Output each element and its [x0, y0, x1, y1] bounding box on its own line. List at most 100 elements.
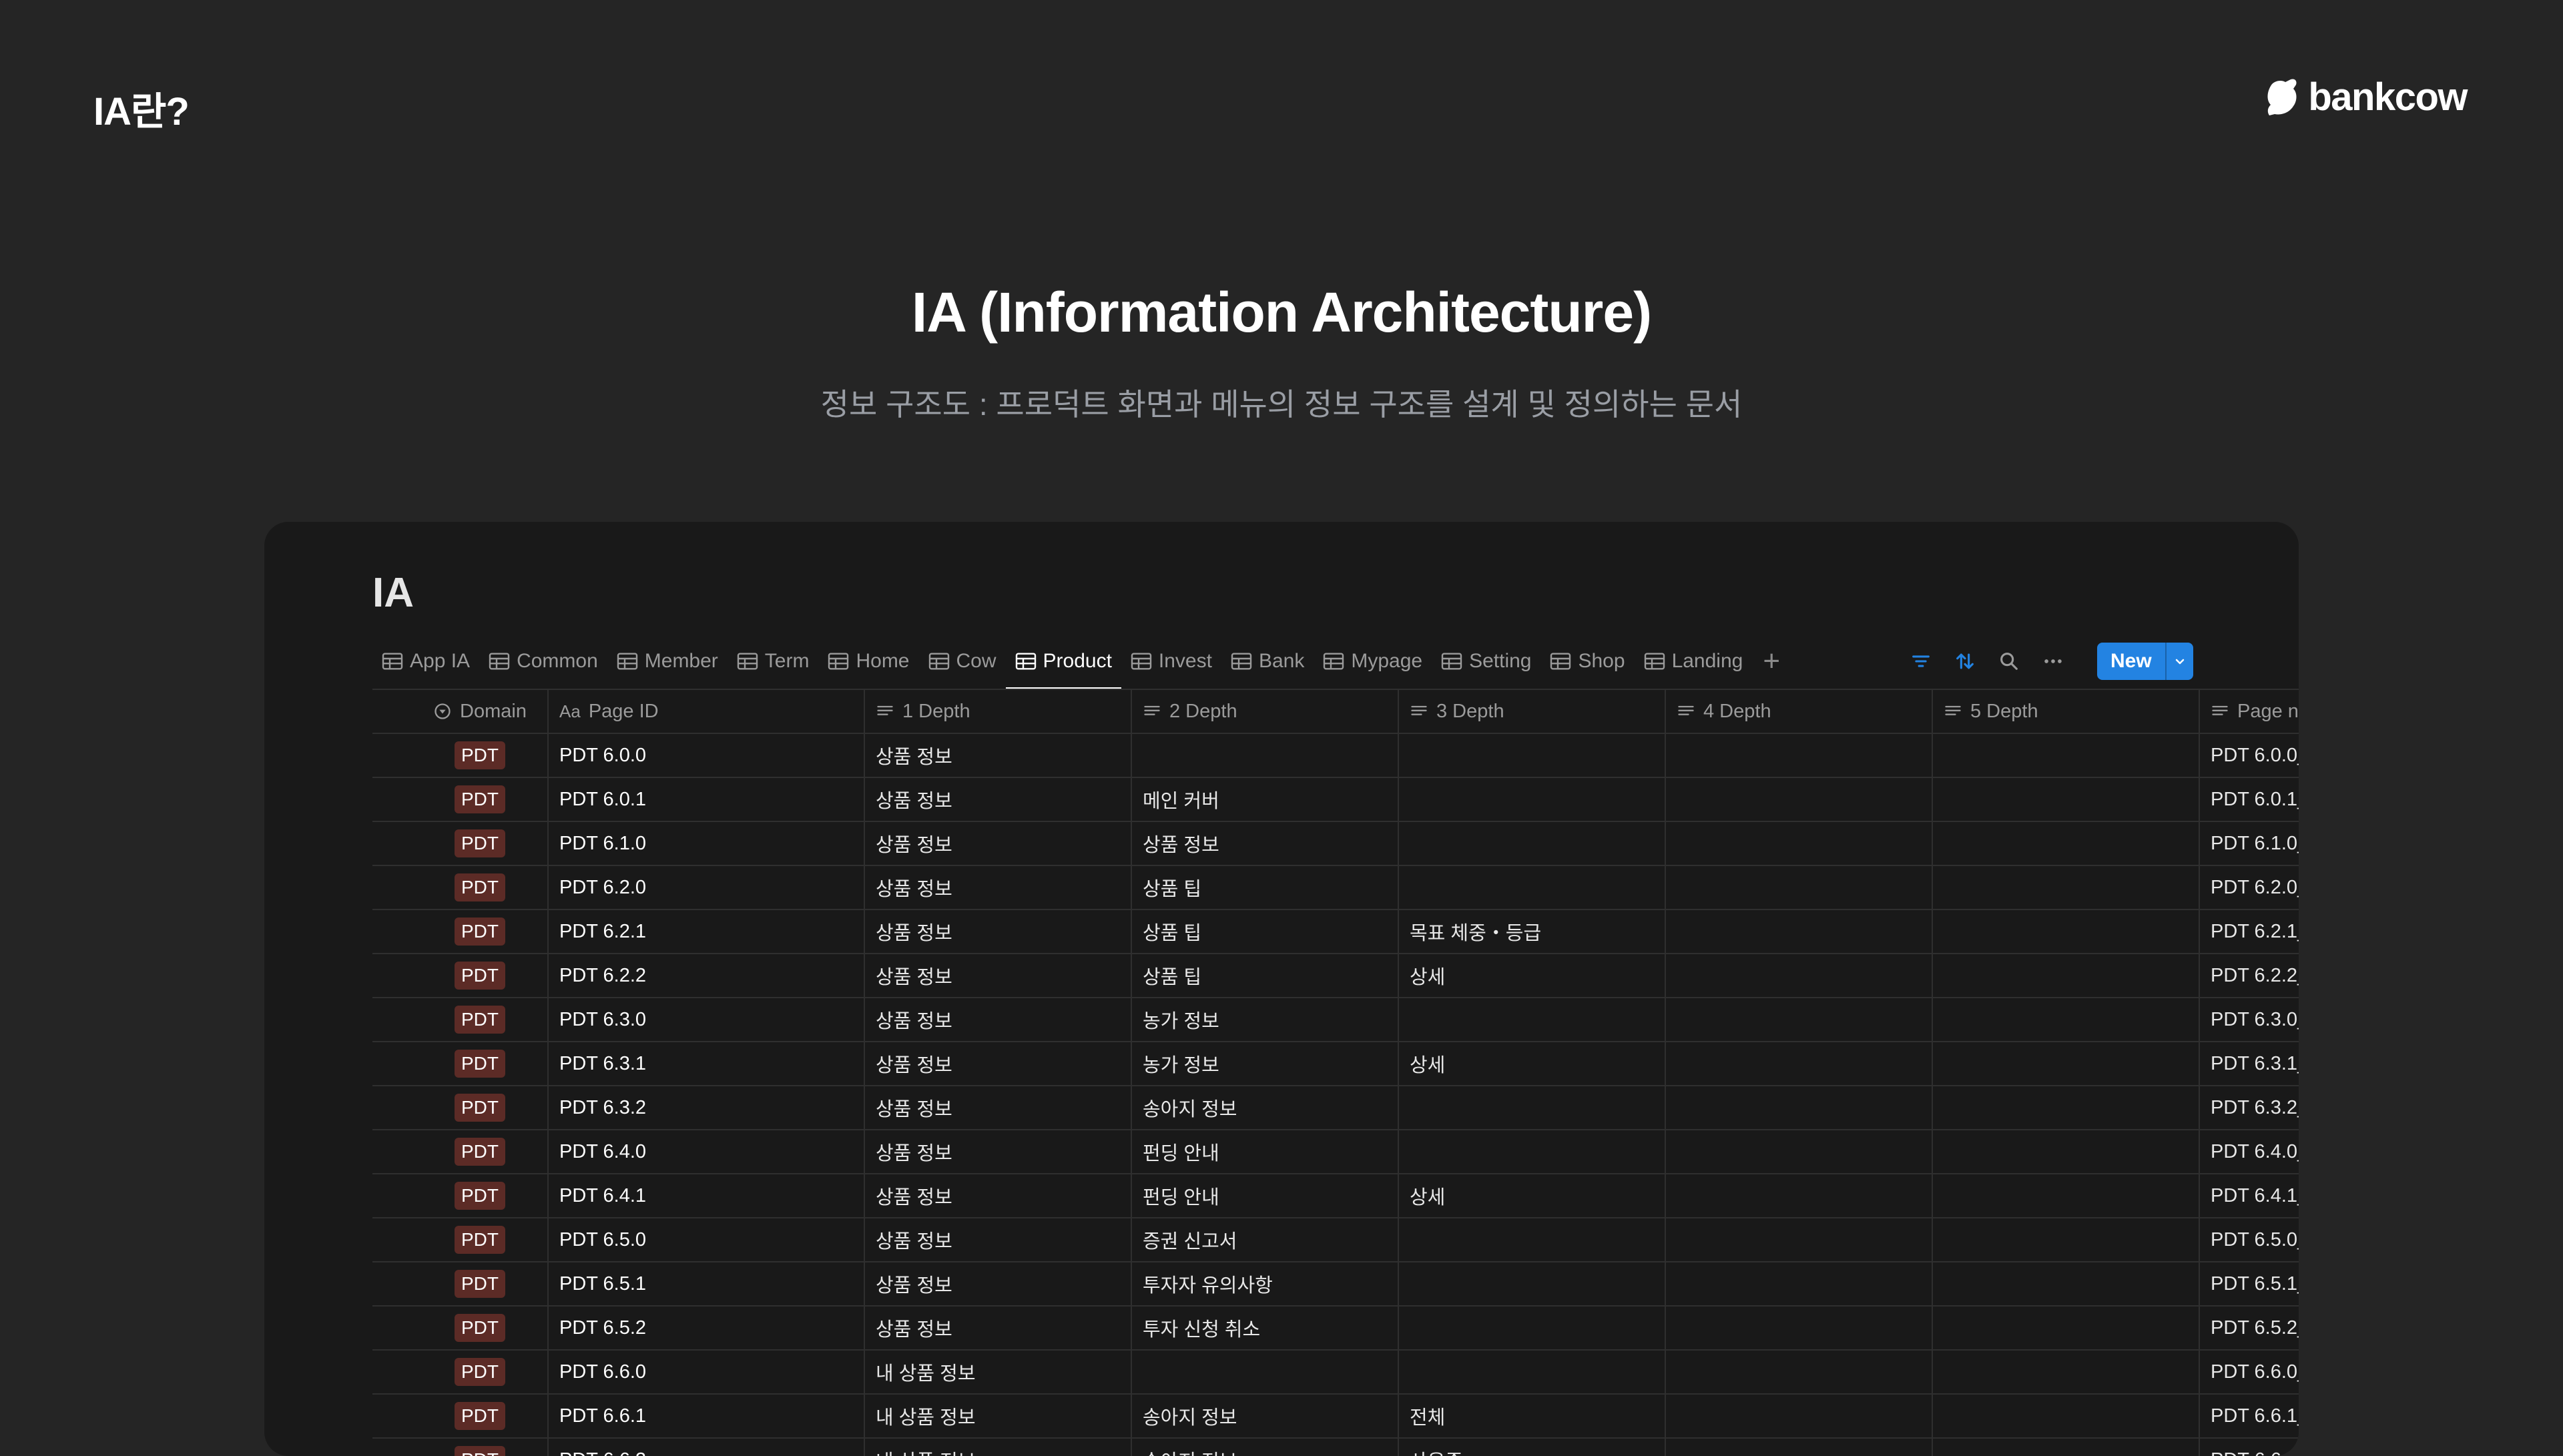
sort-icon[interactable] — [1952, 648, 1978, 675]
table-row[interactable]: PDTPDT 6.0.1상품 정보메인 커버PDT 6.0.1_ — [372, 778, 2299, 822]
tab-product[interactable]: Product — [1006, 634, 1121, 689]
table-row[interactable]: PDTPDT 6.0.0상품 정보 PDT 6.0.0_ — [372, 734, 2299, 778]
table-cell-d1[interactable]: 내 상품 정보 — [865, 1351, 1132, 1393]
table-row[interactable]: PDTPDT 6.5.1상품 정보투자자 유의사항PDT 6.5.1_ — [372, 1262, 2299, 1307]
table-cell-d4[interactable] — [1666, 998, 1933, 1041]
table-cell-id[interactable]: PDT 6.5.2 — [549, 1307, 865, 1349]
table-cell-d5[interactable] — [1933, 1262, 2200, 1305]
column-header[interactable]: Domain — [372, 690, 549, 733]
table-cell-d4[interactable] — [1666, 866, 1933, 909]
table-cell-domain[interactable]: PDT — [372, 1130, 549, 1173]
table-cell-pn[interactable]: PDT 6.1.0_ — [2200, 822, 2299, 865]
table-cell-d5[interactable] — [1933, 1307, 2200, 1349]
tab-home[interactable]: Home — [818, 634, 918, 689]
table-cell-d1[interactable]: 상품 정보 — [865, 998, 1132, 1041]
table-cell-d2[interactable]: 투자 신청 취소 — [1132, 1307, 1399, 1349]
table-cell-d5[interactable] — [1933, 1395, 2200, 1437]
table-cell-domain[interactable]: PDT — [372, 1395, 549, 1437]
tab-setting[interactable]: Setting — [1432, 634, 1540, 689]
table-cell-d4[interactable] — [1666, 1174, 1933, 1217]
table-cell-pn[interactable]: PDT 6.3.2_ — [2200, 1086, 2299, 1129]
table-cell-d2[interactable]: 증권 신고서 — [1132, 1218, 1399, 1261]
table-cell-d1[interactable]: 상품 정보 — [865, 734, 1132, 777]
column-header[interactable]: 2 Depth — [1132, 690, 1399, 733]
table-cell-d3[interactable] — [1399, 1130, 1666, 1173]
table-row[interactable]: PDTPDT 6.3.1상품 정보농가 정보상세PDT 6.3.1_ — [372, 1042, 2299, 1086]
table-cell-d5[interactable] — [1933, 822, 2200, 865]
table-cell-domain[interactable]: PDT — [372, 1218, 549, 1261]
table-cell-d5[interactable] — [1933, 1042, 2200, 1085]
column-header[interactable]: 1 Depth — [865, 690, 1132, 733]
table-cell-d1[interactable]: 상품 정보 — [865, 1262, 1132, 1305]
table-row[interactable]: PDTPDT 6.2.2상품 정보상품 팁상세PDT 6.2.2_ — [372, 954, 2299, 998]
table-cell-pn[interactable]: PDT 6.5.0_ — [2200, 1218, 2299, 1261]
table-cell-pn[interactable]: PDT 6.3.0_ — [2200, 998, 2299, 1041]
table-cell-pn[interactable]: PDT 6.0.0_ — [2200, 734, 2299, 777]
table-cell-id[interactable]: PDT 6.2.2 — [549, 954, 865, 997]
table-cell-d5[interactable] — [1933, 1086, 2200, 1129]
table-cell-d5[interactable] — [1933, 998, 2200, 1041]
table-cell-d3[interactable] — [1399, 822, 1666, 865]
table-cell-d1[interactable]: 상품 정보 — [865, 1307, 1132, 1349]
table-cell-domain[interactable]: PDT — [372, 734, 549, 777]
table-cell-id[interactable]: PDT 6.4.0 — [549, 1130, 865, 1173]
table-cell-domain[interactable]: PDT — [372, 1351, 549, 1393]
table-cell-d1[interactable]: 상품 정보 — [865, 866, 1132, 909]
table-cell-id[interactable]: PDT 6.4.1 — [549, 1174, 865, 1217]
table-cell-id[interactable]: PDT 6.2.0 — [549, 866, 865, 909]
table-cell-d5[interactable] — [1933, 954, 2200, 997]
table-row[interactable]: PDTPDT 6.3.0상품 정보농가 정보PDT 6.3.0_ — [372, 998, 2299, 1042]
table-cell-d3[interactable]: 전체 — [1399, 1395, 1666, 1437]
tab-term[interactable]: Term — [728, 634, 819, 689]
table-cell-d2[interactable] — [1132, 1351, 1399, 1393]
table-cell-d4[interactable] — [1666, 1130, 1933, 1173]
table-cell-d4[interactable] — [1666, 910, 1933, 953]
table-cell-domain[interactable]: PDT — [372, 910, 549, 953]
table-cell-d2[interactable]: 상품 팁 — [1132, 954, 1399, 997]
tab-app-ia[interactable]: App IA — [372, 634, 479, 689]
table-cell-d1[interactable]: 상품 정보 — [865, 910, 1132, 953]
table-cell-d2[interactable]: 송아지 정보 — [1132, 1395, 1399, 1437]
table-cell-d1[interactable]: 상품 정보 — [865, 778, 1132, 821]
table-cell-d5[interactable] — [1933, 1351, 2200, 1393]
more-icon[interactable] — [2040, 648, 2066, 675]
table-cell-d1[interactable]: 상품 정보 — [865, 822, 1132, 865]
add-view-icon[interactable]: + — [1752, 647, 1791, 676]
table-cell-d4[interactable] — [1666, 1395, 1933, 1437]
table-cell-pn[interactable]: PDT 6.0.1_ — [2200, 778, 2299, 821]
tab-shop[interactable]: Shop — [1540, 634, 1634, 689]
table-cell-d1[interactable]: 내 상품 정보 — [865, 1395, 1132, 1437]
column-header[interactable]: AaPage ID — [549, 690, 865, 733]
tab-common[interactable]: Common — [479, 634, 607, 689]
table-row[interactable]: PDTPDT 6.2.0상품 정보상품 팁PDT 6.2.0_ — [372, 866, 2299, 910]
table-cell-d3[interactable]: 상세 — [1399, 1174, 1666, 1217]
table-cell-domain[interactable]: PDT — [372, 1174, 549, 1217]
table-cell-domain[interactable]: PDT — [372, 1086, 549, 1129]
table-cell-d4[interactable] — [1666, 1351, 1933, 1393]
table-cell-d1[interactable]: 상품 정보 — [865, 1174, 1132, 1217]
table-cell-id[interactable]: PDT 6.5.0 — [549, 1218, 865, 1261]
table-cell-d3[interactable] — [1399, 778, 1666, 821]
table-cell-pn[interactable]: PDT 6.2.0_ — [2200, 866, 2299, 909]
table-cell-d3[interactable] — [1399, 866, 1666, 909]
table-cell-d2[interactable]: 상품 팁 — [1132, 866, 1399, 909]
table-cell-pn[interactable]: PDT 6.4.0_ — [2200, 1130, 2299, 1173]
table-cell-d5[interactable] — [1933, 734, 2200, 777]
tab-landing[interactable]: Landing — [1635, 634, 1753, 689]
table-cell-d2[interactable]: 송아지 정보 — [1132, 1086, 1399, 1129]
table-cell-d5[interactable] — [1933, 1174, 2200, 1217]
table-cell-d1[interactable]: 상품 정보 — [865, 1086, 1132, 1129]
table-row[interactable]: PDTPDT 6.5.0상품 정보증권 신고서 PDT 6.5.0_ — [372, 1218, 2299, 1262]
table-cell-d5[interactable] — [1933, 1218, 2200, 1261]
table-cell-d3[interactable] — [1399, 1086, 1666, 1129]
table-cell-d4[interactable] — [1666, 778, 1933, 821]
table-cell-d1[interactable]: 상품 정보 — [865, 1218, 1132, 1261]
table-cell-d5[interactable] — [1933, 910, 2200, 953]
table-cell-id[interactable]: PDT 6.0.0 — [549, 734, 865, 777]
table-row[interactable]: PDTPDT 6.3.2상품 정보송아지 정보PDT 6.3.2_ — [372, 1086, 2299, 1130]
table-cell-pn[interactable]: PDT 6.2.2_ — [2200, 954, 2299, 997]
table-cell-d3[interactable]: 상세 — [1399, 954, 1666, 997]
table-cell-d2[interactable]: 펀딩 안내 — [1132, 1130, 1399, 1173]
table-cell-domain[interactable]: PDT — [372, 822, 549, 865]
table-cell-pn[interactable]: PDT 6.4.1_ — [2200, 1174, 2299, 1217]
